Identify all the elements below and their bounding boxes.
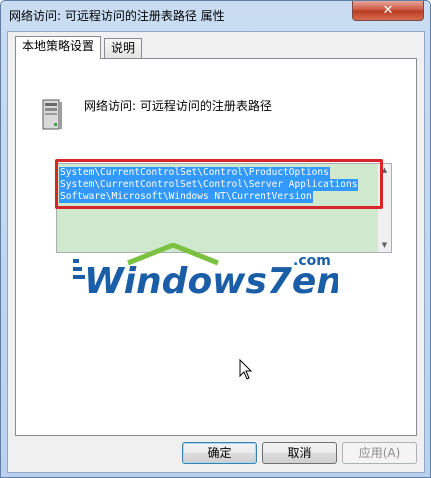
tab-panel: 网络访问: 可远程访问的注册表路径 System\CurrentControlS… [15,58,417,436]
dialog-client-area: 本地策略设置 说明 网络访问: 可远程访问的注册表路径 System\Curre… [7,31,425,473]
tab-label: 说明 [111,41,136,55]
apply-button[interactable]: 应用(A) [342,442,417,464]
red-highlight-annotation [55,159,383,209]
window-title: 网络访问: 可远程访问的注册表路径 属性 [9,9,225,23]
scroll-down-arrow-icon[interactable]: ▼ [378,239,391,252]
tab-explain[interactable]: 说明 [104,38,143,58]
cancel-button[interactable]: 取消 [262,442,337,464]
ok-button[interactable]: 确定 [182,442,257,464]
watermark-dotcom-text: .com [293,253,331,269]
close-button[interactable]: ✕ [352,1,424,21]
tab-local-policy-setting[interactable]: 本地策略设置 [15,36,102,59]
policy-name: 网络访问: 可远程访问的注册表路径 [84,99,272,113]
properties-dialog: 网络访问: 可远程访问的注册表路径 属性 ✕ 本地策略设置 说明 网络访问: 可… [0,0,431,478]
server-icon [42,99,62,130]
tab-label: 本地策略设置 [22,39,95,53]
windows7en-watermark-logo: Windows7en .com [73,243,338,302]
title-bar[interactable]: 网络访问: 可远程访问的注册表路径 属性 ✕ [1,1,430,31]
close-icon: ✕ [382,3,394,18]
mouse-pointer-icon [239,359,253,380]
